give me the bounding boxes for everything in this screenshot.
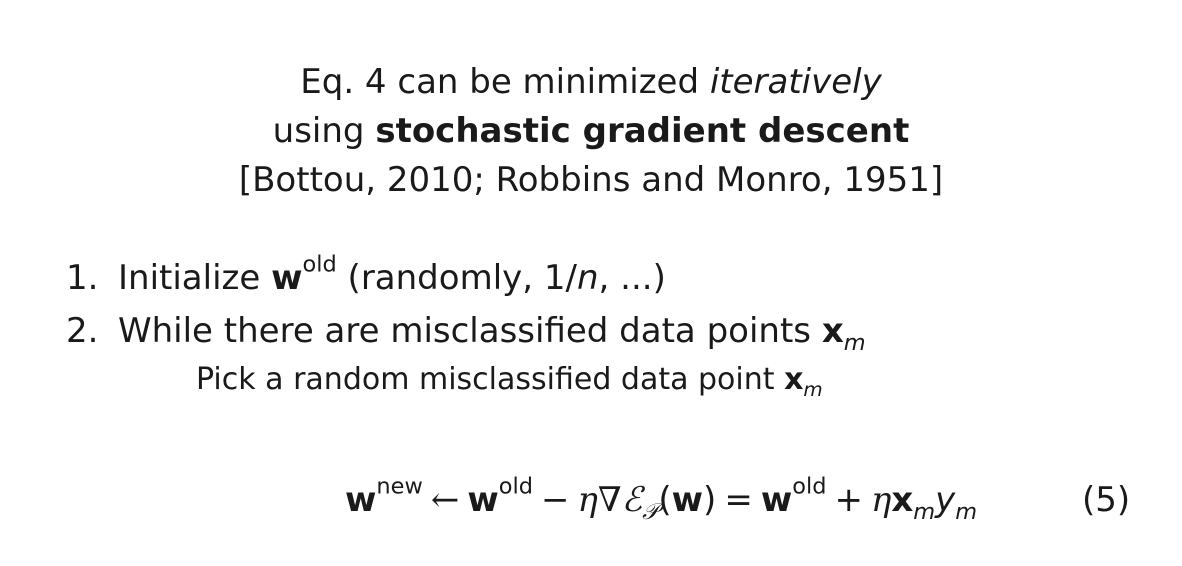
- eq-sup-old: old: [498, 473, 533, 500]
- step-2-text: While there are misclassified data point…: [118, 311, 822, 351]
- eq-plus: +: [834, 480, 863, 520]
- eq-w-old-2: w: [760, 480, 793, 520]
- sub-step-vector: x: [784, 362, 804, 397]
- eq-eta: η: [577, 480, 598, 520]
- step-list: 1. Initialize wold (randomly, 1/n, ...) 2…: [66, 252, 866, 358]
- slide: Eq. 4 can be minimized iteratively using…: [0, 0, 1182, 566]
- eq-w-arg: w: [671, 480, 704, 520]
- intro-citation: [Bottou, 2010; Robbins and Monro, 1951]: [238, 160, 944, 200]
- step-1-number: 1.: [66, 258, 99, 298]
- eq-lparen: (: [658, 480, 672, 520]
- intro-strong: stochastic gradient descent: [375, 111, 910, 151]
- step-2-subscript: m: [843, 329, 866, 356]
- step-1-italic: n: [576, 258, 599, 298]
- update-equation: wnew ← wold − η∇ℰ𝒫(w) = wold + ηxmym: [345, 475, 978, 525]
- equation-number: (5): [1082, 480, 1131, 520]
- intro-line-1-text: Eq. 4 can be minimized: [300, 62, 710, 102]
- eq-x-sub: m: [913, 498, 936, 525]
- eq-nabla: ∇: [597, 480, 622, 520]
- step-1-text-end: , ...): [598, 258, 666, 298]
- sub-step: Pick a random misclassified data point x…: [196, 360, 823, 400]
- eq-perceptron-sub: 𝒫: [642, 498, 659, 525]
- eq-energy: ℰ: [621, 480, 643, 520]
- intro-line-2-text: using: [272, 111, 376, 151]
- intro-line-1: Eq. 4 can be minimized iteratively: [0, 58, 1182, 107]
- eq-rparen: ): [703, 480, 717, 520]
- step-2: 2. While there are misclassified data poi…: [66, 305, 866, 358]
- eq-x: x: [891, 480, 914, 520]
- sub-step-text: Pick a random misclassified data point: [196, 362, 785, 397]
- eq-sup-old-2: old: [792, 473, 827, 500]
- sub-step-subscript: m: [803, 377, 823, 401]
- eq-arrow: ←: [430, 480, 460, 520]
- eq-y: y: [935, 480, 956, 520]
- step-1: 1. Initialize wold (randomly, 1/n, ...): [66, 252, 866, 305]
- step-2-vector: x: [821, 311, 844, 351]
- intro-emphasis: iteratively: [709, 62, 882, 102]
- eq-w-old: w: [467, 480, 499, 520]
- eq-equals: =: [724, 480, 753, 520]
- eq-eta-2: η: [870, 480, 892, 520]
- intro-text: Eq. 4 can be minimized iteratively using…: [0, 58, 1182, 205]
- step-1-text: Initialize: [118, 258, 272, 298]
- eq-w-new: w: [345, 480, 377, 520]
- step-1-vector: w: [271, 258, 303, 298]
- eq-minus: −: [540, 480, 570, 520]
- eq-y-sub: m: [955, 498, 978, 525]
- intro-line-2: using stochastic gradient descent: [0, 107, 1182, 156]
- step-1-text-after: (randomly, 1/: [336, 258, 577, 298]
- step-1-superscript: old: [302, 251, 337, 278]
- eq-sup-new: new: [376, 473, 423, 500]
- step-2-number: 2.: [66, 311, 99, 351]
